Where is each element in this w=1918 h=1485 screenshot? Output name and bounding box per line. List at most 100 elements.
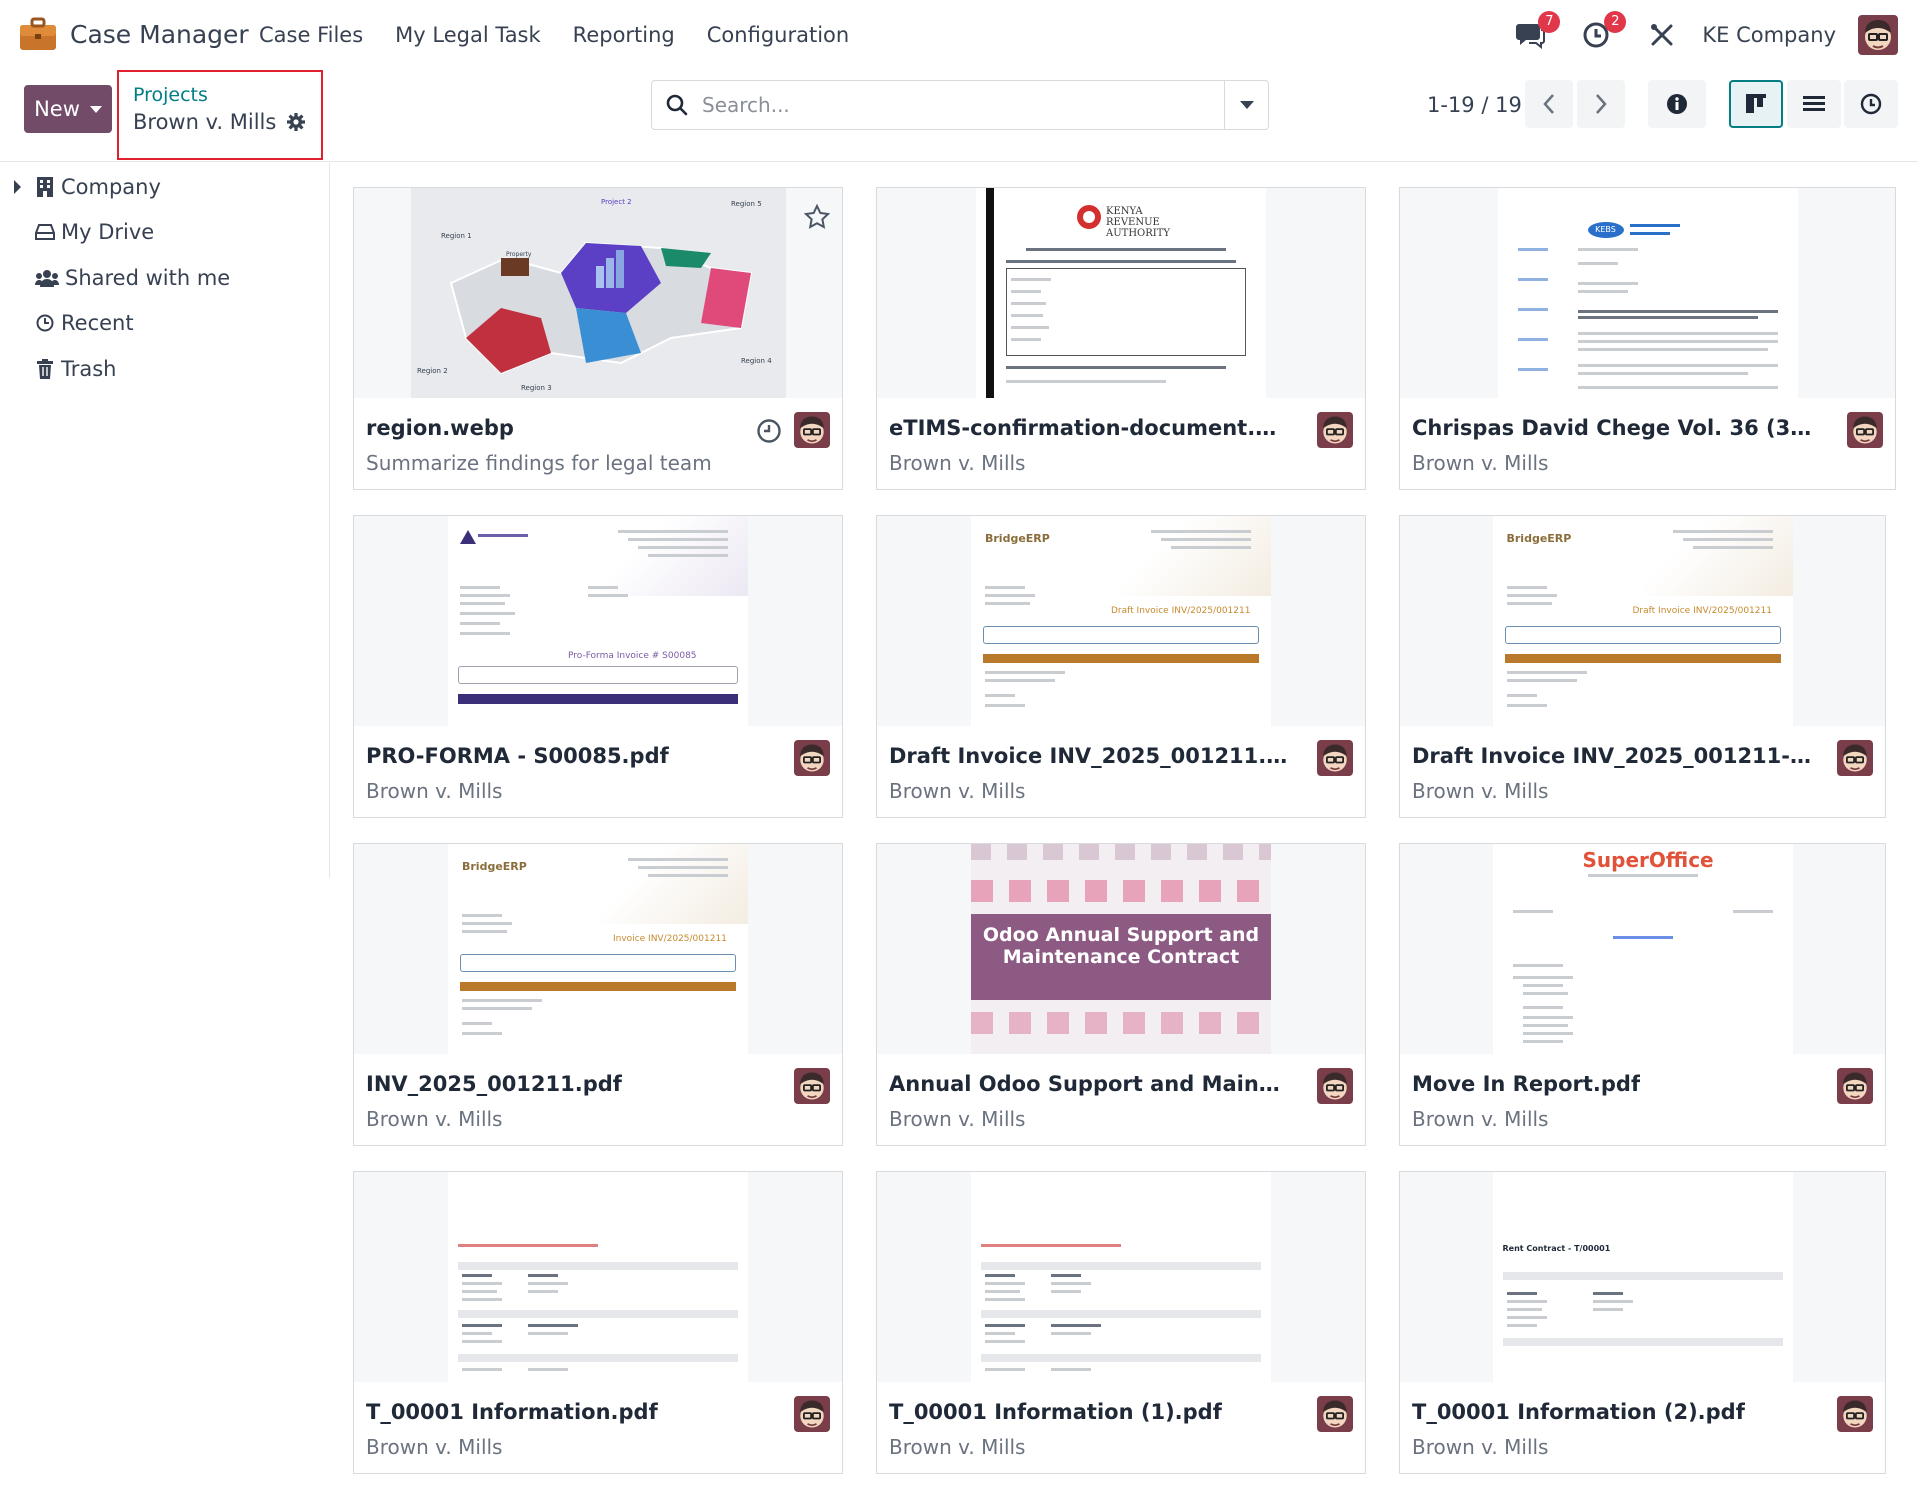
search-bar (651, 80, 1269, 130)
document-card[interactable]: T_00001 Information (1).pdf Brown v. Mil… (876, 1171, 1374, 1482)
top-navbar: Case Manager Case Files My Legal Task Re… (0, 0, 1918, 70)
document-name: T_00001 Information.pdf (366, 1400, 658, 1424)
document-subtitle: Brown v. Mills (366, 1435, 503, 1459)
avatar-face-icon (794, 740, 830, 776)
avatar-face-icon (1858, 15, 1898, 55)
control-panel: New Projects Brown v. Mills 1-19 / 19 (0, 70, 1918, 162)
draft-invoice-label: Draft Invoice INV/2025/001211 (1632, 606, 1772, 616)
document-card[interactable]: KENYA REVENUE AUTHORITY eTIMS-confirmati… (876, 187, 1374, 498)
document-card[interactable]: Region 1 Region 2 Region 3 Region 4 Regi… (353, 187, 843, 490)
breadcrumb-current-label: Brown v. Mills (133, 110, 277, 134)
sidebar-item-label: Company (61, 175, 161, 199)
avatar-face-icon (1317, 1068, 1353, 1104)
owner-avatar[interactable] (1837, 1396, 1873, 1432)
document-card[interactable]: KEBS Chrispas David Chege Vol. 36 (36).p… (1399, 187, 1896, 490)
avatar-face-icon (1847, 412, 1883, 448)
document-subtitle: Brown v. Mills (1412, 1107, 1549, 1131)
sidebar-item-company[interactable]: Company (14, 175, 161, 199)
gear-icon[interactable] (286, 112, 306, 132)
company-logo-icon (460, 530, 476, 544)
star-icon[interactable] (804, 204, 830, 230)
briefcase-icon[interactable] (18, 16, 58, 52)
rent-contract-label: Rent Contract - T/00001 (1502, 1244, 1611, 1253)
owner-avatar[interactable] (1837, 740, 1873, 776)
building-icon (35, 177, 55, 197)
activity-view-button[interactable] (1844, 80, 1898, 128)
sidebar-item-recent[interactable]: Recent (35, 311, 134, 335)
avatar-face-icon (1317, 412, 1353, 448)
tools-button[interactable] (1644, 17, 1680, 53)
owner-avatar[interactable] (1317, 412, 1353, 448)
sidebar-item-label: Shared with me (65, 266, 231, 290)
new-button[interactable]: New (24, 85, 112, 133)
caret-right-icon[interactable] (14, 180, 21, 194)
menu-reporting[interactable]: Reporting (573, 23, 675, 47)
document-subtitle: Brown v. Mills (1412, 451, 1549, 475)
owner-avatar[interactable] (1837, 1068, 1873, 1104)
kra-header-text: KENYA REVENUE AUTHORITY (1106, 206, 1170, 239)
list-view-button[interactable] (1787, 80, 1841, 128)
kanban-icon (1746, 94, 1766, 113)
menu-my-legal-task[interactable]: My Legal Task (395, 23, 541, 47)
activity-clock-icon[interactable] (756, 418, 782, 444)
sidebar-item-shared[interactable]: Shared with me (35, 266, 230, 290)
owner-avatar[interactable] (1847, 412, 1883, 448)
document-preview (877, 1172, 1365, 1382)
document-card[interactable]: T_00001 Information.pdf Brown v. Mills (353, 1171, 851, 1482)
sidebar-item-trash[interactable]: Trash (35, 357, 117, 381)
map-label: Region 1 (441, 232, 472, 240)
document-name: Chrispas David Chege Vol. 36 (36).pdf (1412, 416, 1812, 440)
document-card[interactable]: Odoo Annual Support and Maintenance Cont… (876, 843, 1374, 1154)
document-preview: KENYA REVENUE AUTHORITY (877, 188, 1365, 398)
sidebar-item-my-drive[interactable]: My Drive (35, 220, 154, 244)
document-card[interactable]: BridgeERP Draft Invoice INV/2025/001211 … (876, 515, 1374, 826)
document-card[interactable]: Rent Contract - T/00001 T_00001 Informat… (1399, 1171, 1894, 1482)
info-button[interactable] (1648, 80, 1706, 128)
list-icon (1803, 96, 1825, 111)
map-label: Project 2 (601, 198, 632, 206)
region-map-image: Region 1 Region 2 Region 3 Region 4 Regi… (410, 188, 786, 398)
clock-icon (35, 313, 55, 333)
map-label: Region 2 (417, 367, 448, 375)
owner-avatar[interactable] (794, 1068, 830, 1104)
activities-button[interactable]: 2 (1578, 11, 1627, 53)
owner-avatar[interactable] (794, 1396, 830, 1432)
document-card[interactable]: BridgeERP Draft Invoice INV/2025/001211 … (1399, 515, 1894, 826)
kanban-view-button[interactable] (1729, 80, 1783, 128)
document-preview: Rent Contract - T/00001 (1400, 1172, 1885, 1382)
document-card[interactable]: SuperOffice Move In Report.pdf Brown v. … (1399, 843, 1894, 1154)
app-name[interactable]: Case Manager (70, 20, 249, 49)
document-preview: BridgeERP Draft Invoice INV/2025/001211 (877, 516, 1365, 726)
owner-avatar[interactable] (1317, 1396, 1353, 1432)
avatar-face-icon (794, 1068, 830, 1104)
chevron-right-icon (1596, 94, 1607, 114)
avatar-face-icon (1837, 1068, 1873, 1104)
clock-icon (1860, 93, 1882, 115)
company-switcher[interactable]: KE Company (1702, 23, 1836, 47)
pager-next-button[interactable] (1577, 80, 1625, 128)
document-card[interactable]: BridgeERP Invoice INV/2025/001211 INV_20… (353, 843, 851, 1154)
owner-avatar[interactable] (794, 740, 830, 776)
menu-case-files[interactable]: Case Files (259, 23, 363, 47)
breadcrumb-projects[interactable]: Projects (133, 84, 208, 106)
document-name: region.webp (366, 416, 514, 440)
document-name: T_00001 Information (1).pdf (889, 1400, 1222, 1424)
menu-configuration[interactable]: Configuration (707, 23, 849, 47)
users-icon (35, 268, 59, 288)
messages-button[interactable]: 7 (1512, 11, 1561, 53)
owner-avatar[interactable] (794, 412, 830, 448)
document-name: PRO-FORMA - S00085.pdf (366, 744, 669, 768)
sidebar-item-label: Recent (61, 311, 134, 335)
search-options-toggle[interactable] (1224, 81, 1268, 129)
document-subtitle: Brown v. Mills (889, 1435, 1026, 1459)
owner-avatar[interactable] (1317, 740, 1353, 776)
pager-value[interactable]: 1-19 / 19 (1427, 93, 1522, 117)
document-subtitle: Summarize findings for legal team (366, 451, 712, 475)
document-card[interactable]: Pro-Forma Invoice # S00085 PRO-FORMA - S… (353, 515, 851, 826)
pager-previous-button[interactable] (1525, 80, 1573, 128)
user-avatar[interactable] (1858, 15, 1898, 55)
document-subtitle: Brown v. Mills (366, 779, 503, 803)
search-icon (666, 94, 688, 116)
search-input[interactable] (702, 82, 1202, 128)
owner-avatar[interactable] (1317, 1068, 1353, 1104)
